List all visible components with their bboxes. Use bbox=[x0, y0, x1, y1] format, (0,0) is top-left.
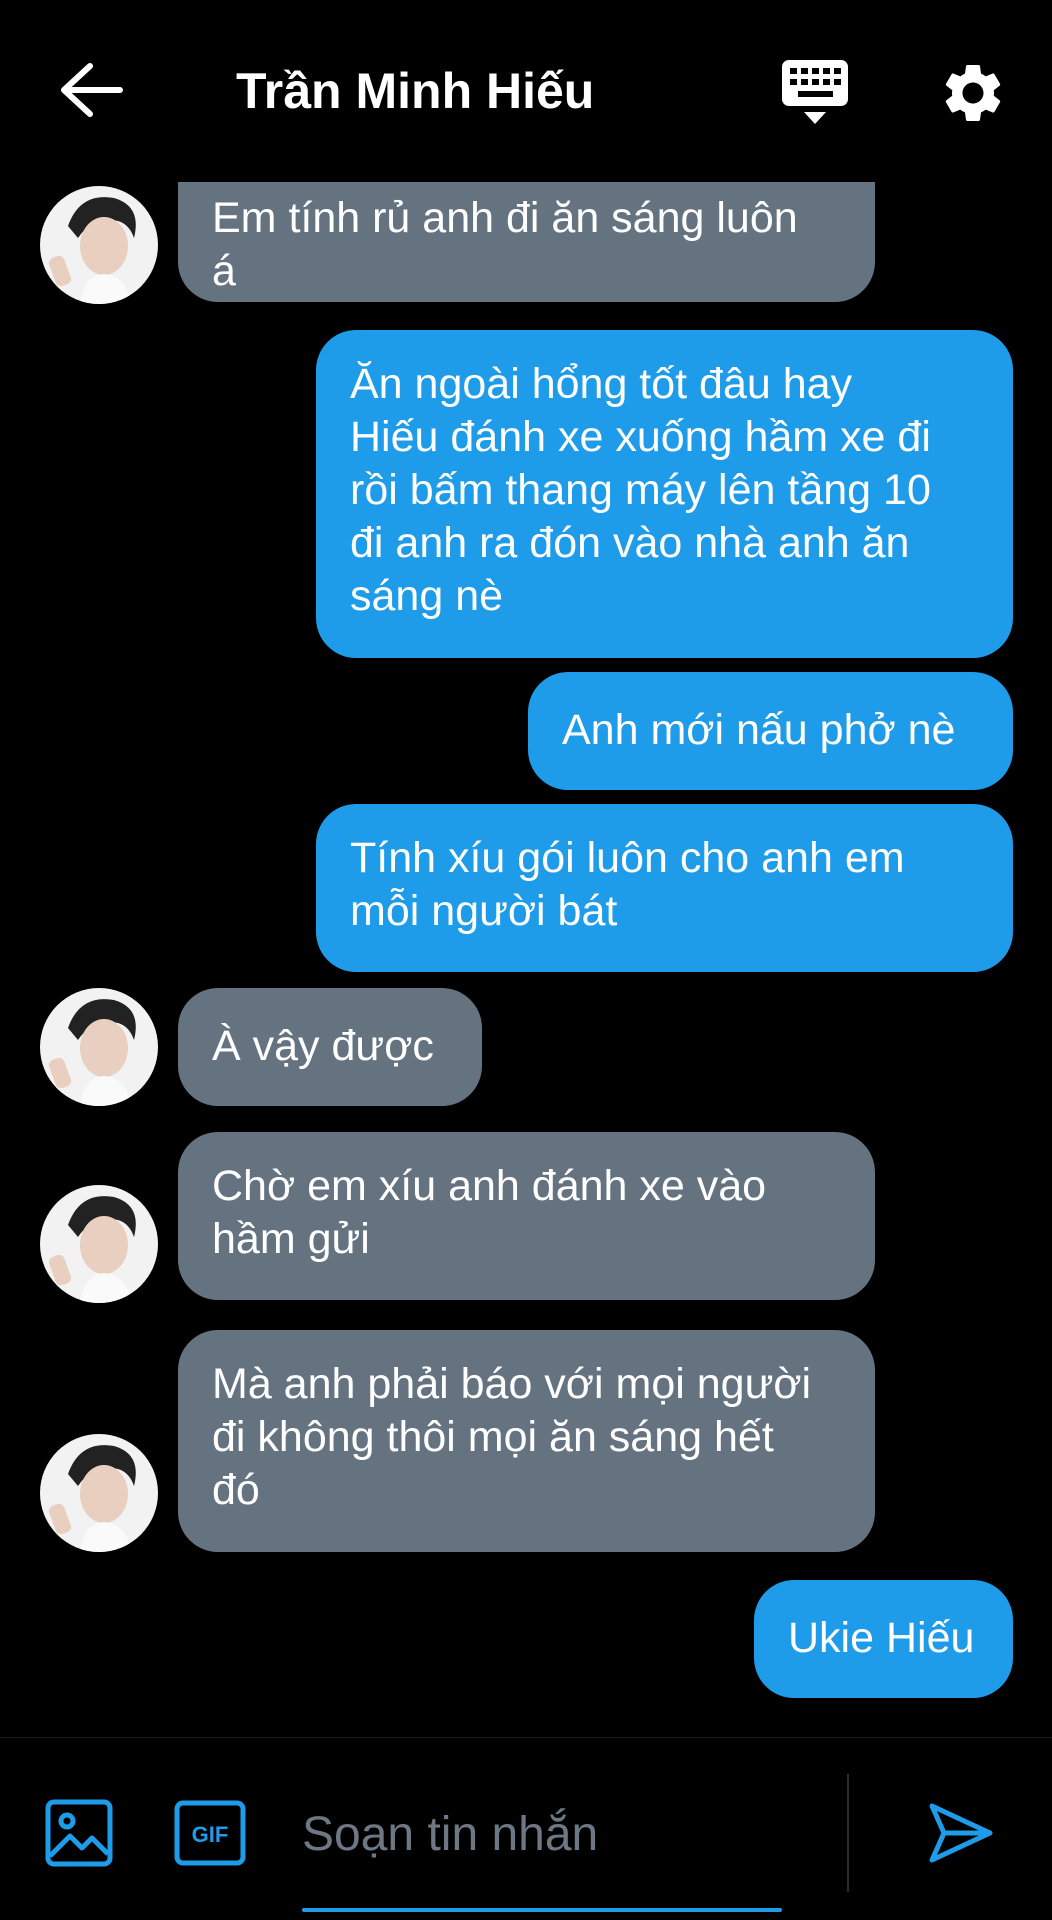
attach-image-button[interactable] bbox=[44, 1798, 114, 1868]
gif-label: GIF bbox=[192, 1822, 229, 1847]
avatar[interactable] bbox=[40, 1185, 158, 1303]
back-arrow-icon bbox=[61, 63, 123, 117]
keyboard-icon bbox=[782, 60, 848, 124]
message-bubble-outgoing[interactable]: Ukie Hiếu bbox=[754, 1580, 1013, 1698]
send-button[interactable] bbox=[926, 1800, 996, 1866]
avatar[interactable] bbox=[40, 988, 158, 1106]
settings-button[interactable] bbox=[938, 58, 1008, 128]
composer-divider bbox=[847, 1774, 849, 1892]
gear-icon bbox=[945, 64, 1001, 121]
input-underline bbox=[302, 1908, 782, 1912]
message-bubble-incoming[interactable]: À vậy được bbox=[178, 988, 482, 1106]
avatar-photo-icon bbox=[40, 186, 158, 304]
avatar[interactable] bbox=[40, 186, 158, 304]
keyboard-button[interactable] bbox=[778, 56, 854, 132]
message-bubble-incoming[interactable]: Mà anh phải báo với mọi người đi không t… bbox=[178, 1330, 875, 1552]
back-button[interactable] bbox=[56, 60, 126, 120]
gif-button[interactable]: GIF bbox=[174, 1800, 246, 1866]
avatar-photo-icon bbox=[40, 988, 158, 1106]
message-bubble-incoming[interactable]: Em tính rủ anh đi ăn sáng luôn á bbox=[178, 182, 875, 302]
avatar[interactable] bbox=[40, 1434, 158, 1552]
message-bubble-outgoing[interactable]: Tính xíu gói luôn cho anh em mỗi người b… bbox=[316, 804, 1013, 972]
composer-bar: GIF bbox=[0, 1737, 1052, 1920]
message-bubble-outgoing[interactable]: Ăn ngoài hổng tốt đâu hay Hiếu đánh xe x… bbox=[316, 330, 1013, 658]
gif-icon: GIF bbox=[174, 1800, 246, 1866]
app-header: Trần Minh Hiếu bbox=[0, 0, 1052, 182]
message-bubble-outgoing[interactable]: Anh mới nấu phở nè bbox=[528, 672, 1013, 790]
avatar-photo-icon bbox=[40, 1185, 158, 1303]
conversation-title: Trần Minh Hiếu bbox=[236, 63, 595, 119]
message-bubble-incoming[interactable]: Chờ em xíu anh đánh xe vào hầm gửi bbox=[178, 1132, 875, 1300]
send-icon bbox=[929, 1803, 993, 1863]
message-input[interactable] bbox=[302, 1804, 782, 1864]
avatar-photo-icon bbox=[40, 1434, 158, 1552]
image-icon bbox=[45, 1799, 113, 1867]
message-list[interactable]: Em tính rủ anh đi ăn sáng luôn á Ăn ngoà… bbox=[0, 182, 1052, 1737]
